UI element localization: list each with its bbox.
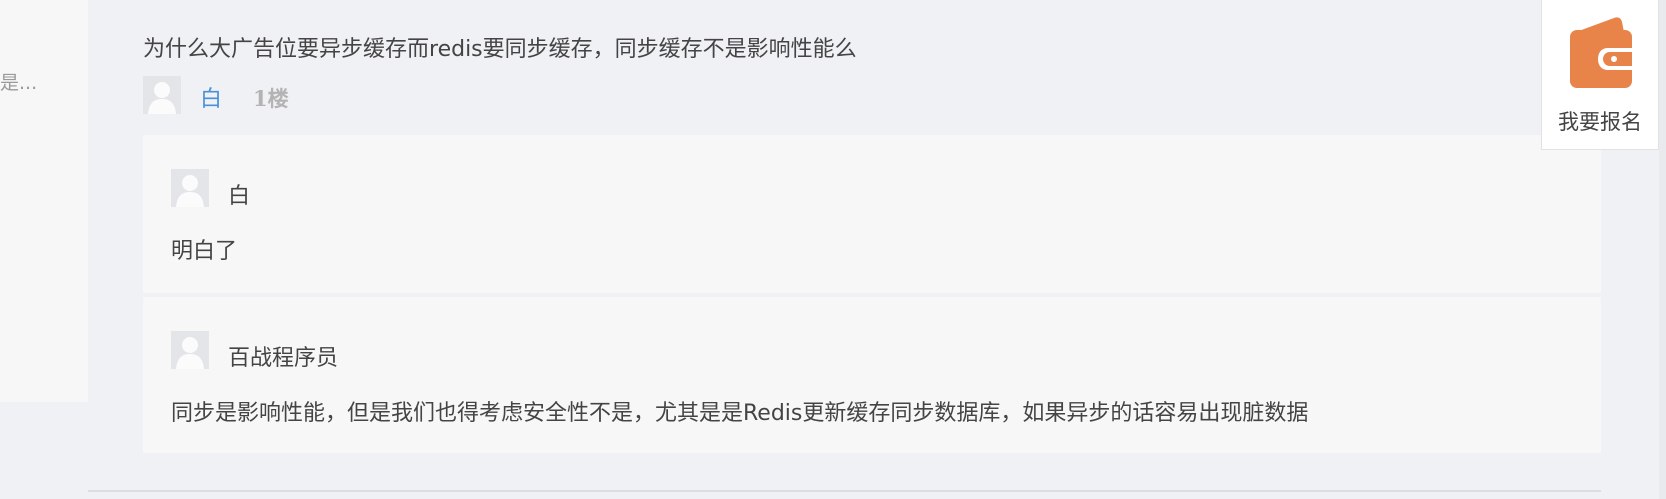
reply-username: 百战程序员	[228, 346, 339, 371]
reply-text: 同步是影响性能，但是我们也得考虑安全性不是，尤其是是Redis更新缓存同步数据库…	[171, 401, 1309, 426]
question-author-link[interactable]: 白	[200, 81, 222, 113]
default-avatar-icon	[171, 331, 209, 369]
question-text: 为什么大广告位要异步缓存而redis要同步缓存，同步缓存不是影响性能么	[143, 37, 857, 62]
avatar[interactable]	[143, 76, 181, 114]
truncated-text: 是...	[0, 72, 38, 94]
reply-item: 百战程序员 同步是影响性能，但是我们也得考虑安全性不是，尤其是是Redis更新缓…	[143, 297, 1601, 453]
signup-label: 我要报名	[1558, 110, 1642, 134]
left-column-panel: 是...	[0, 0, 88, 402]
reply-text: 明白了	[171, 239, 238, 264]
default-avatar-icon	[143, 76, 181, 114]
avatar[interactable]	[171, 331, 209, 369]
divider	[88, 490, 1601, 492]
scrollbar-track[interactable]	[1659, 0, 1666, 499]
default-avatar-icon	[171, 169, 209, 207]
avatar[interactable]	[171, 169, 209, 207]
signup-button[interactable]: 我要报名	[1541, 0, 1659, 150]
wallet-icon	[1570, 17, 1632, 88]
reply-username: 白	[228, 184, 251, 209]
floor-number: 1楼	[253, 86, 289, 111]
reply-item: 白 明白了	[143, 135, 1601, 293]
